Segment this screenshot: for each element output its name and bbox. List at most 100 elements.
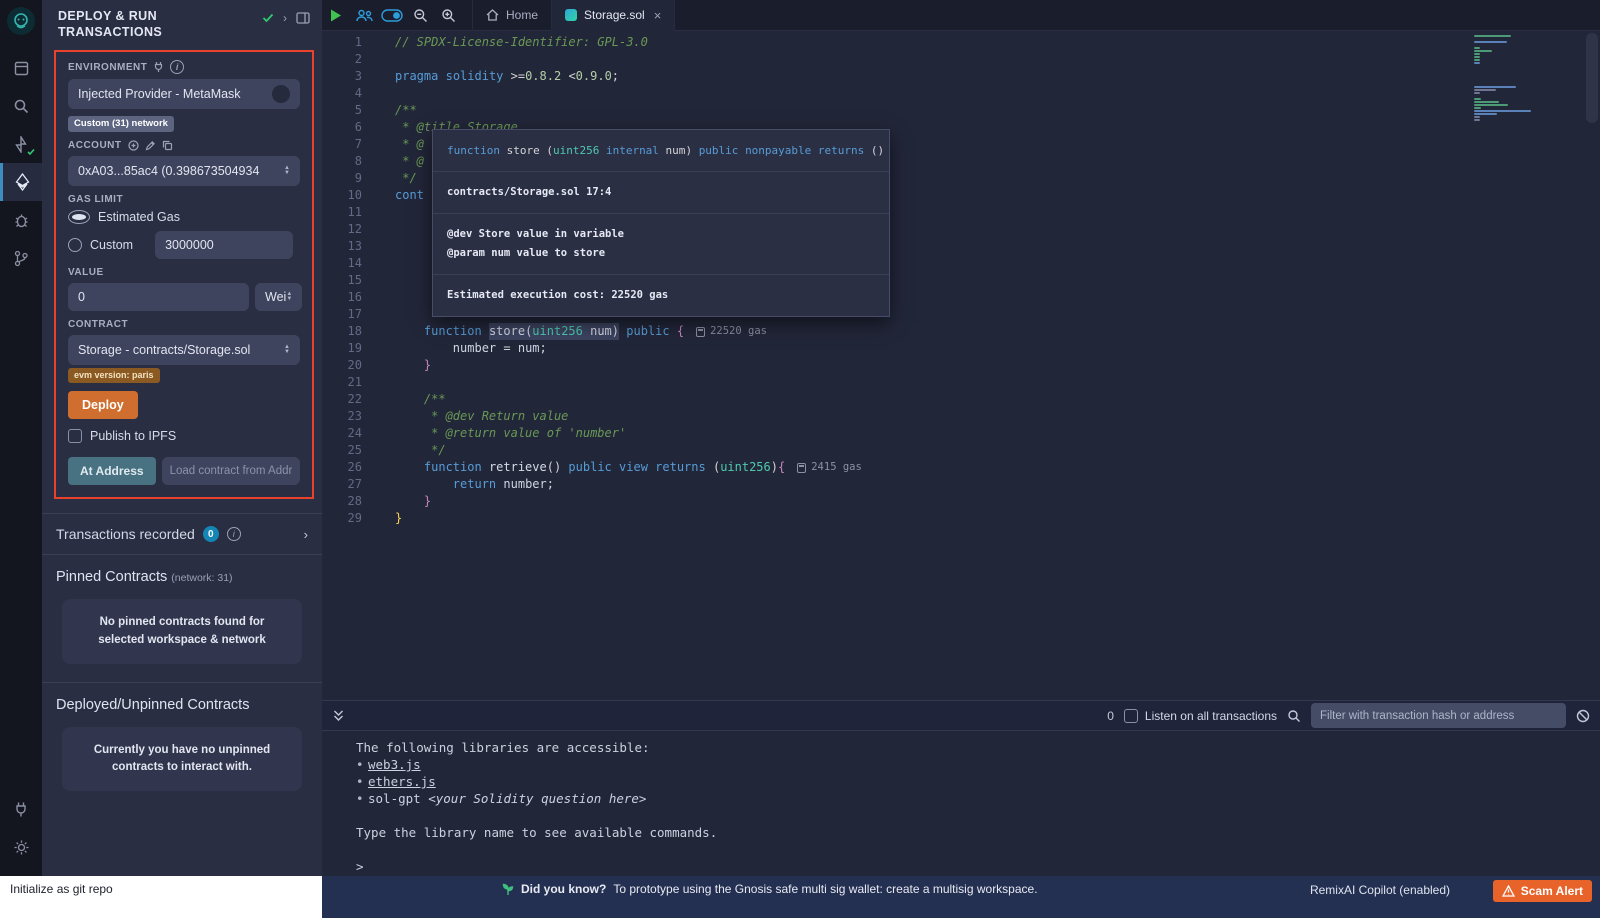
code-line[interactable]: 24 * @return value of 'number' (322, 425, 1600, 442)
account-value: 0xA03...85ac4 (0.398673504934 (78, 164, 284, 178)
debugger-icon[interactable] (0, 201, 42, 239)
line-number: 21 (322, 374, 362, 391)
transactions-info-icon[interactable] (227, 527, 241, 541)
code-line[interactable]: 28 } (322, 493, 1600, 510)
terminal-search-icon[interactable] (1287, 709, 1301, 723)
contract-select[interactable]: Storage - contracts/Storage.sol ▲▼ (68, 335, 300, 365)
listen-all-label: Listen on all transactions (1145, 709, 1277, 723)
editor-scrollbar[interactable] (1586, 33, 1598, 123)
code-line[interactable]: 27 return number; (322, 476, 1600, 493)
code-editor[interactable]: 1// SPDX-License-Identifier: GPL-3.023pr… (322, 31, 1600, 700)
transactions-recorded-row[interactable]: Transactions recorded 0 › (42, 513, 322, 555)
copy-account-icon[interactable] (162, 140, 173, 151)
gas-icon (797, 463, 806, 473)
line-number: 24 (322, 425, 362, 442)
deploy-form-annotated-region: ENVIRONMENT Injected Provider - MetaMask… (54, 50, 314, 499)
environment-info-icon[interactable] (170, 60, 184, 74)
terminal-link[interactable]: web3.js (368, 757, 421, 772)
code-line[interactable]: 5/** (322, 102, 1600, 119)
line-number: 17 (322, 306, 362, 323)
tooltip-location: contracts/Storage.sol 17:4 (433, 172, 889, 214)
transactions-expand-icon[interactable]: › (304, 527, 308, 542)
plug-icon[interactable] (153, 61, 164, 73)
line-number: 12 (322, 221, 362, 238)
minimap[interactable] (1474, 35, 1578, 135)
terminal-line: The following libraries are accessible: (356, 739, 1600, 756)
terminal-link[interactable]: ethers.js (368, 774, 436, 789)
line-number: 4 (322, 85, 362, 102)
line-number: 3 (322, 68, 362, 85)
sign-message-icon[interactable] (145, 140, 156, 151)
at-address-input[interactable] (162, 457, 300, 485)
code-line[interactable]: 4 (322, 85, 1600, 102)
terminal-line: •ethers.js (356, 773, 1600, 790)
code-line[interactable]: 26 function retrieve() public view retur… (322, 459, 1600, 476)
line-number: 10 (322, 187, 362, 204)
code-line[interactable]: 25 */ (322, 442, 1600, 459)
search-icon[interactable] (0, 87, 42, 125)
terminal-line: Type the library name to see available c… (356, 824, 1600, 841)
line-number: 26 (322, 459, 362, 476)
seedling-icon (502, 883, 514, 896)
code-line[interactable]: 23 * @dev Return value (322, 408, 1600, 425)
code-line[interactable]: 3pragma solidity >=0.8.2 <0.9.0; (322, 68, 1600, 85)
code-line[interactable]: 1// SPDX-License-Identifier: GPL-3.0 (322, 34, 1600, 51)
account-select[interactable]: 0xA03...85ac4 (0.398673504934 ▲▼ (68, 156, 300, 186)
line-number: 14 (322, 255, 362, 272)
settings-icon[interactable] (0, 828, 42, 866)
tab-close-icon[interactable] (654, 8, 662, 23)
panel-collapse-icon[interactable]: › (283, 11, 287, 25)
minimap-line (1474, 62, 1480, 64)
copilot-status[interactable]: RemixAI Copilot (enabled) (1310, 883, 1450, 897)
code-line[interactable]: 19 number = num; (322, 340, 1600, 357)
clear-terminal-icon[interactable] (1576, 709, 1590, 723)
git-branch-icon[interactable] (0, 239, 42, 277)
git-init-button[interactable]: Initialize as git repo (0, 876, 322, 918)
tooltip-gas-cost: Estimated execution cost: 22520 gas (433, 275, 889, 316)
plugin-manager-icon[interactable] (0, 790, 42, 828)
preview-toggle-icon[interactable] (378, 0, 406, 31)
tab-storage-sol[interactable]: Storage.sol (552, 0, 675, 31)
environment-select[interactable]: Injected Provider - MetaMask (68, 79, 300, 109)
value-input[interactable] (68, 283, 249, 311)
terminal-filter-input[interactable] (1311, 703, 1566, 728)
add-account-icon[interactable] (128, 140, 139, 151)
at-address-button[interactable]: At Address (68, 457, 156, 485)
deploy-run-icon[interactable] (0, 163, 42, 201)
listen-all-checkbox[interactable] (1124, 709, 1138, 723)
publish-ipfs-checkbox[interactable] (68, 429, 82, 443)
gas-icon (696, 327, 705, 337)
zoom-in-icon[interactable] (434, 0, 462, 31)
minimap-line (1474, 101, 1499, 103)
value-unit-select[interactable]: Wei ▲▼ (255, 283, 302, 311)
pinned-contracts-section: Pinned Contracts (network: 31) No pinned… (42, 555, 322, 682)
line-number: 29 (322, 510, 362, 527)
deploy-button[interactable]: Deploy (68, 391, 138, 419)
scam-alert-button[interactable]: Scam Alert (1493, 880, 1592, 902)
code-line[interactable]: 29} (322, 510, 1600, 527)
file-explorer-icon[interactable] (0, 49, 42, 87)
live-collab-icon[interactable] (350, 0, 378, 31)
tab-home[interactable]: Home (472, 0, 552, 31)
run-script-icon[interactable] (322, 0, 350, 31)
minimap-line (1474, 116, 1480, 118)
remix-logo-icon[interactable] (7, 7, 35, 35)
custom-gas-radio[interactable] (68, 238, 82, 252)
terminal-prompt[interactable]: > (356, 858, 1600, 875)
custom-gas-input[interactable] (155, 231, 293, 259)
solidity-compiler-icon[interactable] (0, 125, 42, 163)
estimated-gas-radio[interactable] (68, 210, 90, 224)
panel-pin-icon[interactable] (296, 12, 310, 24)
code-line[interactable]: 21 (322, 374, 1600, 391)
hover-tooltip: function store (uint256 internal num) pu… (432, 129, 890, 317)
environment-label-row: ENVIRONMENT (68, 60, 300, 74)
pinned-contracts-title: Pinned Contracts (56, 569, 167, 585)
line-number: 1 (322, 34, 362, 51)
zoom-out-icon[interactable] (406, 0, 434, 31)
code-line[interactable]: 20 } (322, 357, 1600, 374)
terminal[interactable]: The following libraries are accessible: … (322, 731, 1600, 876)
terminal-collapse-icon[interactable] (332, 709, 345, 722)
code-line[interactable]: 22 /** (322, 391, 1600, 408)
code-line[interactable]: 18 function store(uint256 num) public {2… (322, 323, 1600, 340)
code-line[interactable]: 2 (322, 51, 1600, 68)
